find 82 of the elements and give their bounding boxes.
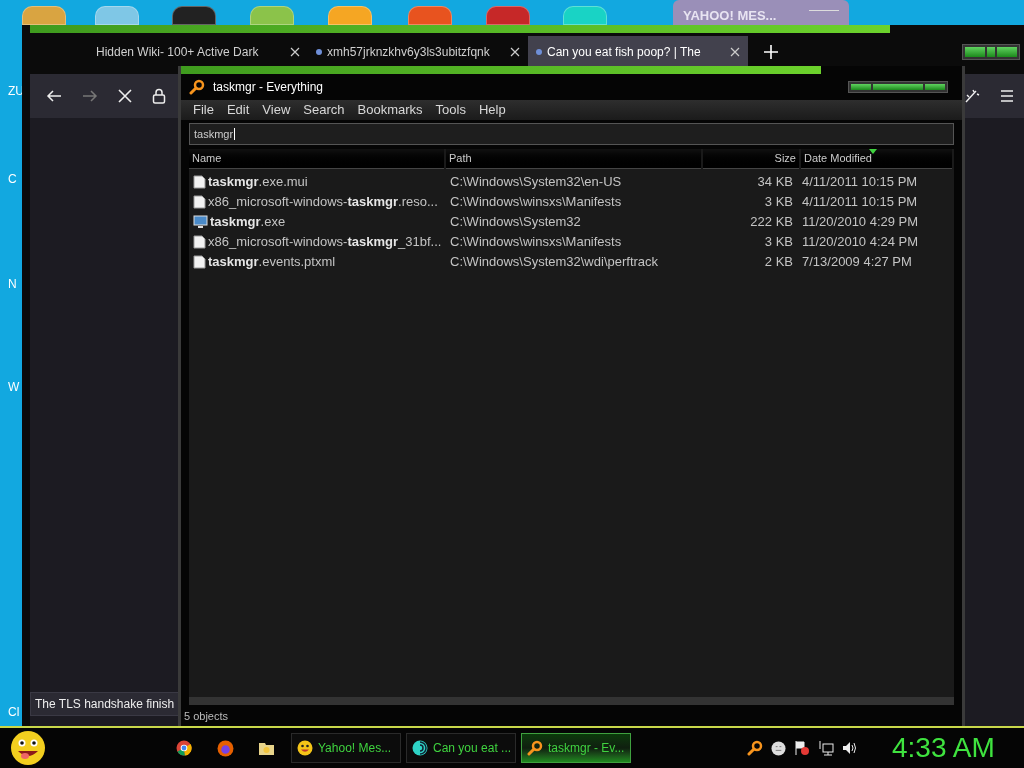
file-name: taskmgr.events.ptxml [208, 253, 336, 272]
magnifier-icon [527, 740, 543, 756]
smiley-icon [297, 740, 313, 756]
horizontal-scrollbar[interactable] [189, 697, 954, 705]
stop-icon[interactable] [118, 89, 132, 103]
file-name: taskmgr.exe.mui [208, 173, 308, 192]
table-cell-text: 4/11/2011 10:15 PM [801, 193, 919, 212]
column-header[interactable]: Date Modified [801, 149, 952, 169]
menu-icon[interactable] [1000, 89, 1014, 103]
wand-icon[interactable] [964, 88, 980, 104]
magnifier-icon [189, 79, 205, 95]
new-tab-icon[interactable] [764, 44, 778, 59]
lock-icon [152, 88, 166, 104]
menu-item[interactable]: Bookmarks [357, 100, 423, 120]
speaker-icon[interactable] [842, 740, 858, 756]
globe-icon [412, 740, 428, 756]
menu-item[interactable]: Search [303, 100, 345, 120]
table-cell-text: 4/11/2011 10:15 PM [801, 173, 919, 192]
table-cell-text: C:\Windows\System32\wdi\perftrack [449, 253, 660, 272]
browser-tab[interactable]: Can you eat fish poop? | The [528, 35, 748, 68]
chrome-icon[interactable] [176, 740, 192, 756]
desktop-app-icon[interactable] [172, 6, 216, 25]
table-cell-text: 3 KB [763, 193, 794, 212]
clock[interactable]: 4:33 AM [892, 727, 995, 768]
table-cell-text: C:\Windows\winsxs\Manifests [449, 233, 623, 252]
tab-title: xmh57jrknzkhv6y3ls3ubitzfqnk [327, 43, 491, 61]
window-title: YAHOO! MES... [683, 7, 777, 25]
taskbar-button[interactable]: Yahoo! Mes... [291, 733, 401, 763]
document-icon [193, 235, 206, 249]
column-header[interactable]: Size [703, 149, 799, 169]
tab-title: Can you eat fish poop? | The [547, 43, 702, 61]
menu-item[interactable]: Tools [435, 100, 466, 120]
taskbar-button-label: taskmgr - Ev... [548, 740, 625, 757]
document-icon [193, 255, 206, 269]
document-icon [193, 195, 206, 209]
sort-arrow-icon [869, 149, 877, 154]
magnifier-icon [747, 740, 763, 756]
file-name: x86_microsoft-windows-taskmgr.reso... [208, 193, 438, 212]
column-header[interactable]: Path [446, 149, 701, 169]
table-cell-text: C:\Windows\winsxs\Manifests [449, 193, 623, 212]
table-cell-text: 11/20/2010 4:24 PM [801, 233, 920, 252]
back-icon[interactable] [46, 88, 62, 104]
browser-tab[interactable]: xmh57jrknzkhv6y3ls3ubitzfqnk [308, 35, 528, 68]
table-cell-text: C:\Windows\System32\en-US [449, 173, 623, 192]
close-icon[interactable] [730, 46, 740, 57]
menu-item[interactable]: Help [478, 100, 506, 120]
table-cell-text: 34 KB [756, 173, 794, 192]
table-cell-text: 3 KB [763, 233, 794, 252]
taskbar-button[interactable]: taskmgr - Ev... [521, 733, 631, 763]
status-text: 5 objects [183, 709, 230, 724]
table-cell-text: 11/20/2010 4:29 PM [801, 213, 920, 232]
tab-title: Hidden Wiki- 100+ Active Dark [96, 43, 260, 61]
menu-item[interactable]: File [193, 100, 214, 120]
forward-icon[interactable] [82, 88, 98, 104]
window-controls[interactable] [848, 81, 948, 93]
file-name: taskmgr.exe [210, 213, 286, 232]
smiley-start-icon[interactable] [8, 729, 48, 767]
browser-tab[interactable]: Hidden Wiki- 100+ Active Dark [88, 35, 308, 68]
table-cell-text: 2 KB [763, 253, 794, 272]
monitor-icon [193, 215, 208, 229]
face-icon[interactable] [771, 740, 786, 756]
taskbar-button-label: Yahoo! Mes... [318, 740, 392, 757]
menu-item[interactable]: Edit [226, 100, 250, 120]
table-cell-text: 7/13/2009 4:27 PM [801, 253, 913, 272]
flag-icon[interactable] [794, 740, 810, 756]
search-field[interactable]: taskmgr [189, 123, 954, 145]
close-icon[interactable] [510, 46, 520, 57]
firefox-icon[interactable] [217, 739, 234, 757]
window-title: taskmgr - Everything [213, 79, 324, 96]
table-cell-text: 222 KB [749, 213, 794, 232]
window-controls[interactable] [962, 43, 1020, 60]
network-icon[interactable] [818, 740, 834, 756]
taskbar-button-label: Can you eat ... [433, 740, 512, 757]
close-icon[interactable] [290, 46, 300, 57]
table-cell-text: C:\Windows\System32 [449, 213, 582, 232]
menu-item[interactable]: View [262, 100, 291, 120]
file-name: x86_microsoft-windows-taskmgr_31bf... [208, 233, 442, 252]
folder-icon[interactable] [258, 740, 275, 756]
document-icon [193, 175, 206, 189]
column-header[interactable]: Name [189, 149, 444, 169]
taskbar-button[interactable]: Can you eat ... [406, 733, 516, 763]
status-text: The TLS handshake finish [30, 692, 180, 716]
